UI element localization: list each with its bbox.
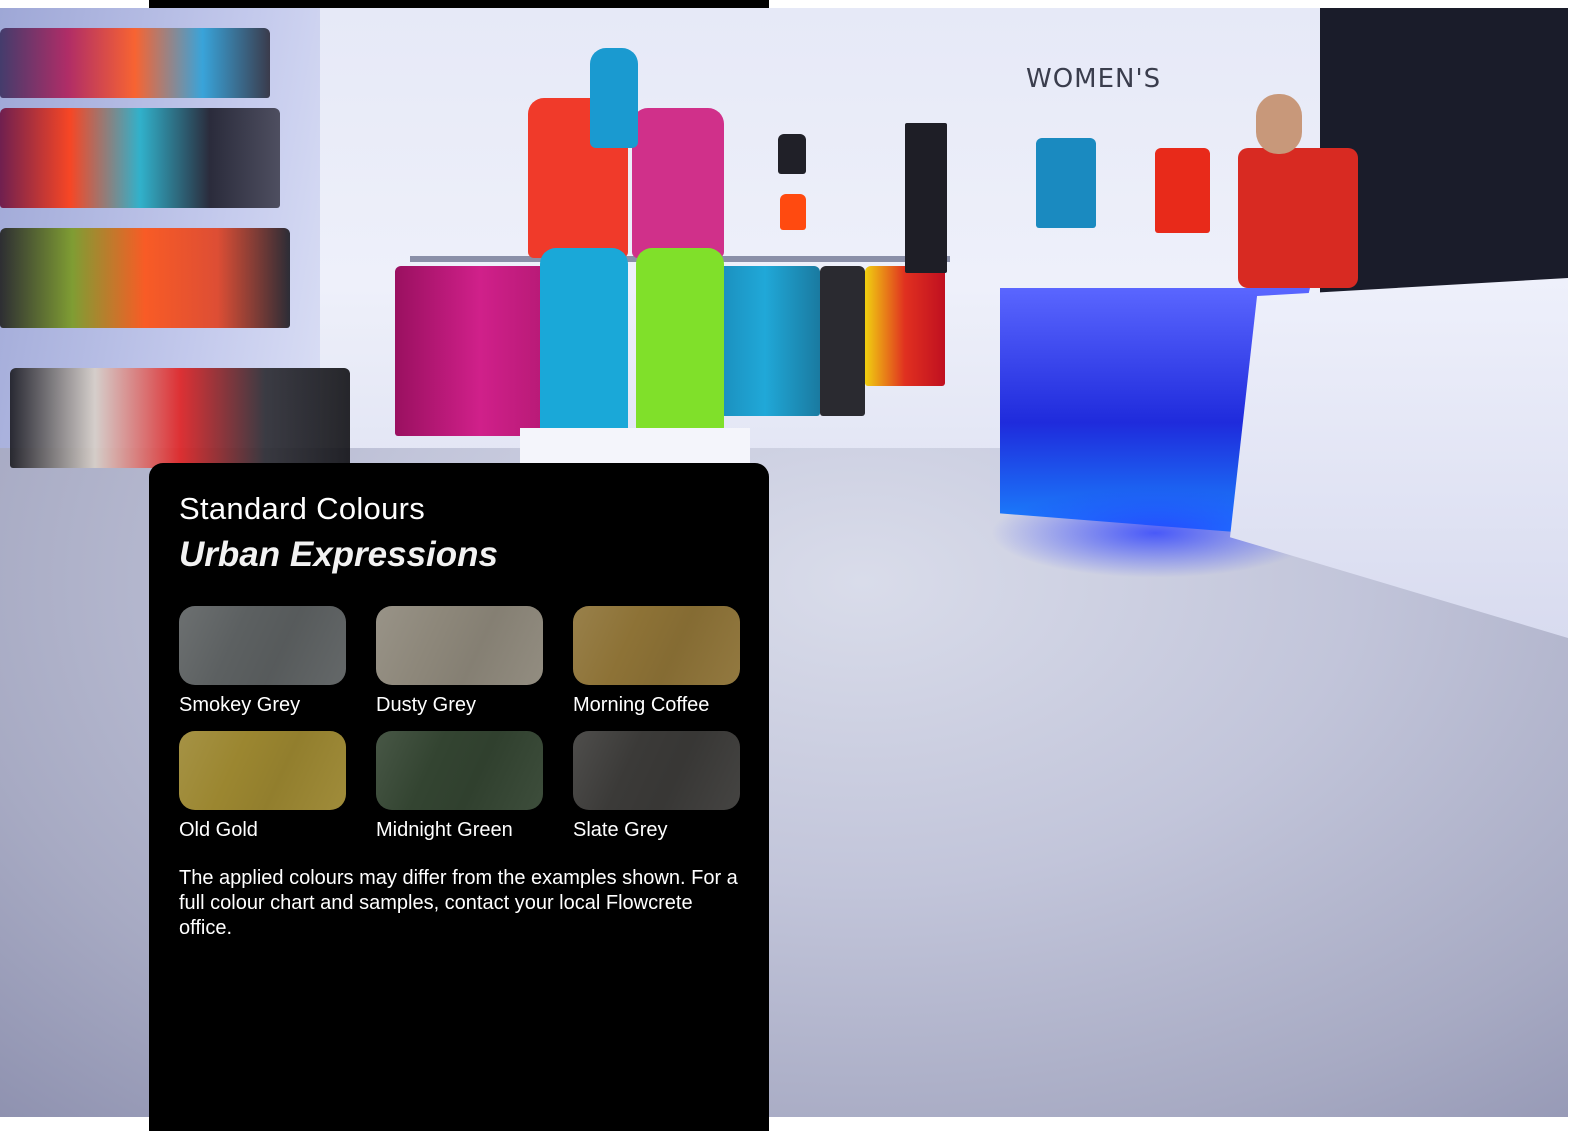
staff-member-head (1256, 94, 1302, 154)
mannequin-blue-pants (540, 248, 628, 438)
swatch-midnight-green: Midnight Green (376, 731, 543, 856)
swatch-morning-coffee: Morning Coffee (573, 606, 740, 731)
swatch-label: Old Gold (179, 819, 258, 841)
wall-display-item (1036, 138, 1096, 228)
colour-swatch (179, 606, 346, 685)
wall-merchandise-row (0, 228, 290, 328)
colour-swatch (573, 606, 740, 685)
mannequin-pink-jacket (632, 108, 724, 258)
clothing-rack (865, 266, 945, 386)
brochure-page: WOMEN'S Standard Colours Urban Expressio… (0, 0, 1588, 1131)
swatch-slate-grey: Slate Grey (573, 731, 740, 856)
panel-title: Standard Colours (179, 491, 426, 526)
display-panel (905, 123, 947, 273)
colour-disclaimer: The applied colours may differ from the … (179, 867, 738, 939)
swatch-label: Slate Grey (573, 819, 668, 841)
clothing-rack (710, 266, 820, 416)
swatch-old-gold: Old Gold (179, 731, 346, 856)
colour-info-panel: Standard Colours Urban Expressions Smoke… (149, 463, 769, 1131)
swatch-smokey-grey: Smokey Grey (179, 606, 346, 731)
panel-subtitle: Urban Expressions (179, 535, 498, 574)
colour-swatch (376, 731, 543, 810)
swatch-label: Smokey Grey (179, 694, 301, 716)
womens-section-sign: WOMEN'S (1026, 64, 1162, 94)
mannequin-green-pants (636, 248, 724, 433)
colour-swatch (376, 606, 543, 685)
wall-merchandise-row (10, 368, 350, 468)
colour-swatch-grid: Smokey Grey Dusty Grey Morning Coffee Ol… (179, 606, 744, 856)
wall-display-item (1155, 148, 1210, 233)
wall-display-item (778, 134, 806, 174)
swatch-dusty-grey: Dusty Grey (376, 606, 543, 731)
wall-merchandise-row (0, 28, 270, 98)
wall-display-item (780, 194, 806, 230)
top-bar (149, 0, 769, 8)
swatch-label: Morning Coffee (573, 694, 710, 716)
display-plinth (520, 428, 750, 468)
wall-merchandise-row (0, 108, 280, 208)
colour-swatch (179, 731, 346, 810)
swatch-label: Midnight Green (376, 819, 513, 841)
swatch-label: Dusty Grey (376, 694, 477, 716)
mannequin-blue-jacket (590, 48, 638, 148)
staff-member (1238, 148, 1358, 288)
colour-swatch (573, 731, 740, 810)
clothing-rack (820, 266, 865, 416)
